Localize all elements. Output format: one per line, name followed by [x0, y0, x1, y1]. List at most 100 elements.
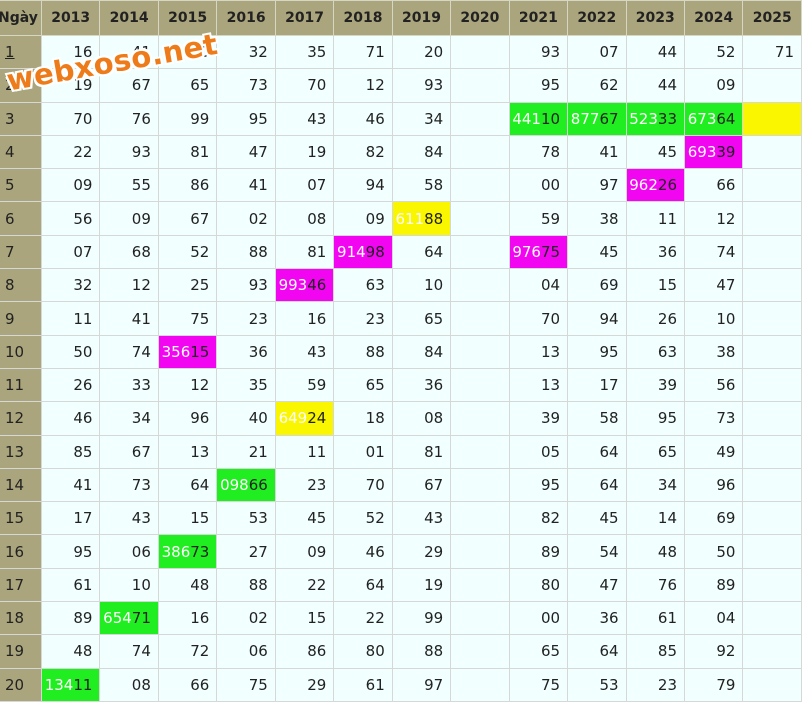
last-two-digits: 11 [73, 675, 93, 694]
result-cell [742, 301, 802, 336]
day-cell: 19 [0, 634, 42, 669]
result-cell: 36 [391, 367, 452, 403]
result-cell: 67 [99, 434, 159, 469]
day-link[interactable]: 1 [5, 43, 15, 61]
result-cell: 11 [40, 301, 101, 336]
last-two-digits: 46 [307, 276, 327, 295]
table-row: 8 32 12 25 93 99346 63 10 04 69 15 47 [0, 268, 802, 303]
result-cell: 22 [40, 134, 101, 170]
result-cell: 63 [625, 334, 686, 369]
result-cell: 76 [625, 567, 686, 603]
result-cell: 23 [274, 467, 335, 503]
table-row: 2 19 67 65 73 70 12 93 95 62 44 09 [0, 68, 802, 103]
result-cell [450, 401, 510, 436]
table-row: 11 26 33 12 35 59 65 36 13 17 39 56 [0, 367, 802, 403]
table-row: 6 56 09 67 02 08 09 61188 59 38 11 12 [0, 201, 802, 236]
table-row: 13 85 67 13 21 11 01 81 05 64 65 49 [0, 434, 802, 469]
result-cell: 47 [216, 134, 276, 170]
result-cell [742, 467, 802, 503]
full-number-prefix: 098 [220, 476, 249, 494]
last-two-digits: 64 [716, 109, 736, 128]
full-number-prefix: 673 [687, 109, 717, 128]
result-cell: 78 [508, 134, 569, 170]
result-cell: 41 [567, 134, 627, 170]
result-cell: 35 [216, 367, 276, 403]
day-cell: 16 [0, 534, 42, 569]
result-cell: 50 [683, 534, 744, 569]
full-number-prefix: 993 [278, 276, 308, 295]
result-cell: 88 [216, 234, 276, 270]
day-cell: 12 [0, 401, 42, 436]
result-cell: 86 [274, 634, 335, 669]
result-cell [450, 601, 510, 636]
result-cell: 11 [625, 201, 686, 236]
result-cell: 12 [99, 268, 159, 303]
header-year: 2017 [274, 0, 335, 36]
result-cell: 61188 [391, 201, 452, 236]
result-cell: 81 [391, 434, 452, 469]
header-year: 2014 [99, 0, 159, 36]
result-cell: 85 [625, 634, 686, 669]
result-cell: 56 [40, 201, 101, 236]
result-cell: 47 [683, 268, 744, 303]
result-cell: 16 [274, 301, 335, 336]
result-cell: 88 [333, 334, 393, 369]
result-cell: 29 [391, 534, 452, 569]
result-cell: 48 [40, 634, 101, 669]
result-cell: 89 [508, 534, 569, 569]
result-cell: 17 [40, 501, 101, 536]
full-number-prefix: 914 [337, 242, 366, 261]
result-cell: 80 [508, 567, 569, 603]
table-row: 4 22 93 81 47 19 82 84 78 41 45 69339 [0, 134, 802, 170]
result-cell: 25 [157, 268, 218, 303]
result-cell: 02 [216, 201, 276, 236]
result-cell: 88 [391, 634, 452, 669]
day-cell: 7 [0, 234, 42, 270]
result-cell: 94 [333, 168, 393, 203]
result-cell: 41 [40, 467, 101, 503]
result-cell: 59 [508, 201, 569, 236]
result-cell: 74 [99, 334, 159, 369]
result-cell: 93 [216, 268, 276, 303]
result-cell: 12 [333, 68, 393, 103]
result-cell: 07 [274, 168, 335, 203]
result-cell: 23 [216, 301, 276, 336]
result-cell: 10 [99, 567, 159, 603]
result-cell [742, 134, 802, 170]
result-cell: 32 [216, 34, 276, 70]
result-cell [742, 101, 802, 136]
result-cell: 33 [99, 367, 159, 403]
full-number-prefix: 134 [44, 675, 74, 694]
result-cell: 36 [567, 601, 627, 636]
result-cell [742, 634, 802, 669]
result-cell [742, 367, 802, 403]
full-number-prefix: 693 [687, 143, 717, 162]
result-cell: 29 [274, 667, 335, 702]
result-cell: 23 [625, 667, 686, 702]
result-cell: 18 [333, 401, 393, 436]
result-cell: 64 [567, 467, 627, 503]
result-cell: 76 [99, 101, 159, 136]
result-cell [450, 334, 510, 369]
day-cell: 5 [0, 168, 42, 203]
result-cell: 70 [508, 301, 569, 336]
result-cell: 97 [567, 168, 627, 203]
day-cell[interactable]: 1 [0, 34, 42, 70]
result-cell: 09 [40, 168, 101, 203]
result-cell: 43 [391, 501, 452, 536]
result-cell: 81 [274, 234, 335, 270]
last-two-digits: 33 [657, 109, 677, 128]
table-row: 18 89 65471 16 02 15 22 99 00 36 61 04 [0, 601, 802, 636]
table-row: 20 13411 08 66 75 29 61 97 75 53 23 79 [0, 667, 802, 702]
result-cell: 06 [216, 634, 276, 669]
result-cell: 52 [157, 234, 218, 270]
table-row: 5 09 55 86 41 07 94 58 00 97 96226 66 [0, 168, 802, 203]
full-number-prefix: 386 [161, 542, 191, 561]
result-cell: 84 [391, 134, 452, 170]
result-cell [742, 68, 802, 103]
result-cell: 74 [99, 634, 159, 669]
result-cell [450, 134, 510, 170]
result-cell: 67 [99, 68, 159, 103]
result-cell: 19 [391, 567, 452, 603]
result-cell: 43 [274, 101, 335, 136]
